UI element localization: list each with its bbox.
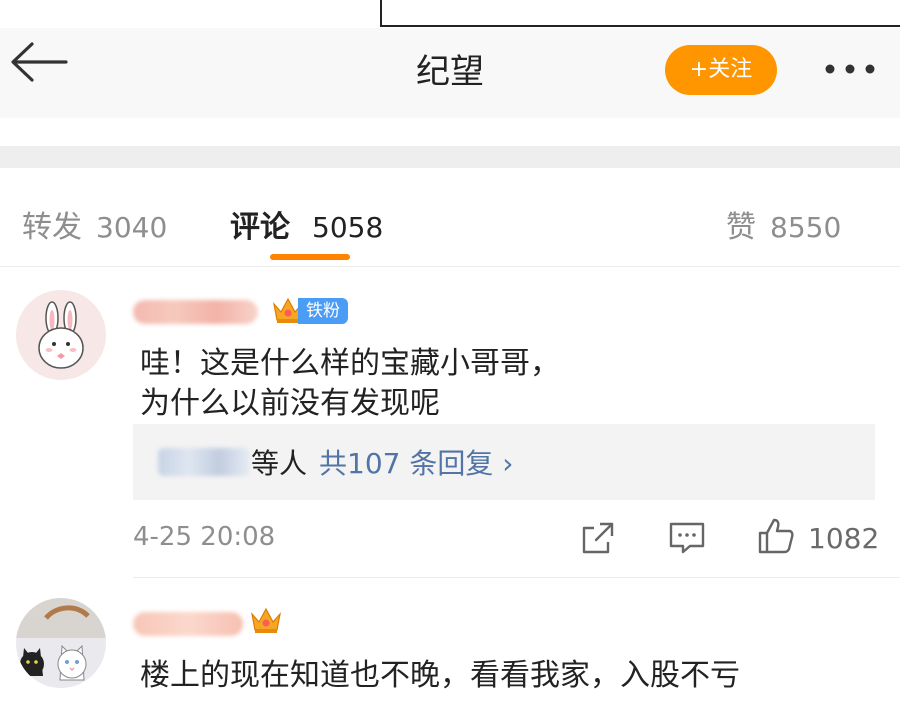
tab-repost-label: 转发 bbox=[22, 210, 82, 245]
tab-comment[interactable]: 评论 5058 bbox=[230, 202, 383, 246]
avatar[interactable] bbox=[16, 598, 106, 688]
more-dots-icon[interactable] bbox=[820, 52, 880, 86]
comment-text: 哇！这是什么样的宝藏小哥哥， 为什么以前没有发现呢 bbox=[140, 344, 840, 424]
tab-like-label: 赞 bbox=[726, 210, 756, 245]
username-blurred[interactable] bbox=[133, 300, 258, 324]
comment-timestamp: 4-25 20:08 bbox=[133, 522, 276, 552]
cats-avatar-icon bbox=[16, 598, 106, 681]
crown-icon bbox=[251, 607, 281, 633]
tab-comment-label: 评论 bbox=[230, 210, 290, 245]
like-count: 1082 bbox=[808, 522, 880, 555]
comment-text-line: 为什么以前没有发现呢 bbox=[140, 386, 440, 421]
like-icon[interactable] bbox=[756, 516, 796, 556]
comment-divider bbox=[133, 577, 900, 578]
tab-like[interactable]: 赞 8550 bbox=[726, 202, 841, 246]
reply-summary[interactable]: 等人 共107 条回复 › bbox=[133, 424, 875, 500]
tab-repost[interactable]: 转发 3040 bbox=[22, 202, 167, 246]
comment-text: 楼上的现在知道也不晚，看看我家，入股不亏 bbox=[140, 658, 740, 693]
avatar[interactable] bbox=[16, 290, 106, 380]
username-blurred[interactable] bbox=[133, 612, 243, 636]
fan-badge: 铁粉 bbox=[298, 298, 348, 324]
reply-link-tail: 条回复 › bbox=[409, 447, 514, 480]
bunny-avatar-icon bbox=[38, 301, 84, 369]
comment-text-line: 哇！这是什么样的宝藏小哥哥， bbox=[140, 346, 560, 381]
tab-bar: 转发 3040 评论 5058 赞 8550 bbox=[0, 168, 900, 267]
top-frame bbox=[380, 0, 900, 27]
tab-like-count: 8550 bbox=[770, 211, 842, 244]
tab-comment-count: 5058 bbox=[312, 211, 384, 244]
follow-button[interactable]: +关注 bbox=[665, 45, 777, 95]
comment-icon[interactable] bbox=[668, 520, 706, 556]
reply-usernames-blurred bbox=[158, 448, 250, 476]
active-tab-indicator bbox=[270, 254, 350, 260]
reply-count-link[interactable]: 共107 条回复 › bbox=[319, 447, 513, 480]
section-gap bbox=[0, 146, 900, 168]
reply-count: 共107 bbox=[319, 447, 401, 480]
reply-summary-text: 等人 共107 条回复 › bbox=[251, 442, 513, 482]
share-icon[interactable] bbox=[580, 520, 616, 556]
reply-suffix: 等人 bbox=[251, 447, 308, 480]
tab-repost-count: 3040 bbox=[96, 211, 168, 244]
